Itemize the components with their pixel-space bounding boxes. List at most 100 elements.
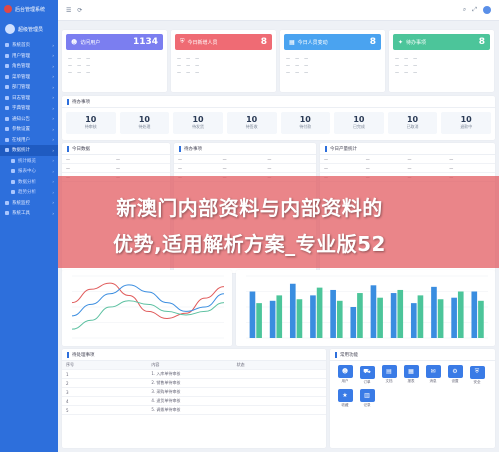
- cart-icon[interactable]: ⛟: [359, 365, 375, 379]
- sidebar-item[interactable]: 系统首页 ›: [0, 40, 58, 51]
- shortcut-item[interactable]: ⛨ 安全: [467, 365, 487, 385]
- star-icon[interactable]: ★: [337, 388, 353, 402]
- sidebar-item[interactable]: 用户管理 ›: [0, 51, 58, 62]
- table-cell: 2. 销售单待审核: [151, 380, 181, 385]
- sidebar: 后台管理系统 超级管理员 系统首页 › 用户管理 › 角色管理 › 菜单管理 › 部门管理 › 日志…: [0, 0, 58, 452]
- metric-tile[interactable]: 10 待审核: [66, 112, 116, 134]
- stat-value: 8: [260, 37, 267, 47]
- metric-tile[interactable]: 10 退款中: [441, 112, 491, 134]
- table-row[interactable]: 5 5. 调拨单待审核: [62, 406, 326, 415]
- menu-toggle-icon[interactable]: ☰: [66, 7, 71, 14]
- stat-header: ⛨ 今日新增人员 8: [175, 34, 272, 50]
- metric-tile[interactable]: 10 已完成: [334, 112, 384, 134]
- stat-value: 8: [478, 37, 485, 47]
- shield-icon[interactable]: ⛨: [469, 365, 485, 379]
- user-icon: ☻: [71, 38, 78, 46]
- table-row[interactable]: 1 1. 入库单待审核: [62, 370, 326, 379]
- stat-header: ✦ 待办事项 8: [393, 34, 490, 50]
- metric-tile[interactable]: 10 待付款: [280, 112, 331, 134]
- sidebar-item[interactable]: 日志管理 ›: [0, 93, 58, 104]
- table-row[interactable]: 3 3. 采购单待审核: [62, 388, 326, 397]
- user-name: 超级管理员: [18, 26, 44, 33]
- shortcut-item[interactable]: ★ 收藏: [335, 388, 355, 408]
- shortcuts-title: 常用功能: [340, 352, 358, 358]
- search-icon[interactable]: ⌕: [463, 6, 466, 14]
- doc-icon[interactable]: ▤: [381, 365, 397, 378]
- sidebar-item[interactable]: 参数设置 ›: [0, 124, 58, 135]
- table-row[interactable]: 2 2. 销售单待审核: [62, 379, 326, 388]
- menu-icon: [5, 74, 9, 79]
- topbar-right: ⌕ ⤢: [463, 6, 491, 14]
- table-row: ——: [62, 164, 170, 173]
- table-row[interactable]: 4 4. 退货单待审核: [62, 397, 326, 406]
- shortcut-item[interactable]: ▦ 报表: [401, 365, 421, 384]
- shortcut-label: 用户: [341, 379, 349, 383]
- shortcut-item[interactable]: ✉ 消息: [423, 365, 443, 384]
- bar: [377, 297, 383, 338]
- stat-header: ▦ 今日人员变动 8: [284, 34, 381, 50]
- stat-card: ▦ 今日人员变动 8 — — — — — — — — —: [280, 30, 385, 92]
- refresh-icon[interactable]: ⟳: [77, 7, 82, 14]
- metrics-title: 待办事项: [62, 96, 495, 108]
- line-chart: [71, 275, 225, 339]
- sidebar-item-label: 用户管理: [12, 53, 30, 59]
- sidebar-item[interactable]: 统计概览 ›: [0, 156, 58, 167]
- chevron-right-icon: ›: [52, 53, 54, 59]
- sidebar-item-label: 统计概览: [18, 158, 36, 164]
- chevron-right-icon: ›: [52, 168, 54, 174]
- book-icon[interactable]: ▥: [359, 388, 375, 402]
- shortcut-item[interactable]: ⛟ 订单: [357, 365, 377, 385]
- shortcut-item[interactable]: ⚙ 设置: [445, 365, 465, 384]
- metric-tile[interactable]: 10 待签收: [226, 112, 277, 134]
- stat-label: 今日新增人员: [187, 39, 218, 46]
- menu-icon: [5, 43, 9, 48]
- chart-icon[interactable]: ▦: [403, 365, 419, 378]
- sidebar-item[interactable]: 数据统计 ›: [0, 145, 58, 156]
- logo-icon: [4, 5, 12, 13]
- table-header: 序号 内容 状态: [62, 361, 326, 370]
- fullscreen-icon[interactable]: ⤢: [472, 6, 477, 14]
- metric-tile[interactable]: 10 待处理: [119, 112, 170, 134]
- sidebar-item[interactable]: 菜单管理 ›: [0, 72, 58, 83]
- sidebar-item[interactable]: 角色管理 ›: [0, 61, 58, 72]
- shortcut-item[interactable]: ▤ 文档: [379, 365, 399, 384]
- stat-details: — — — — — — — — —: [286, 56, 309, 75]
- metric-tile[interactable]: 10 待发货: [173, 112, 223, 134]
- bar: [471, 291, 478, 338]
- user-panel[interactable]: 超级管理员: [0, 18, 58, 40]
- series-line: [71, 300, 225, 330]
- bar: [437, 299, 444, 338]
- sidebar-item[interactable]: 字典管理 ›: [0, 103, 58, 114]
- sidebar-item-label: 系统首页: [12, 43, 30, 49]
- sidebar-item[interactable]: 部门管理 ›: [0, 82, 58, 93]
- table-cell: 2: [66, 380, 69, 386]
- pending-title: 待处理事项: [72, 352, 95, 358]
- sidebar-item[interactable]: 数据分析 ›: [0, 177, 58, 188]
- table-cell: 1. 入库单待审核: [151, 371, 181, 376]
- stat-card: ⛨ 今日新增人员 8 — — — — — — — — —: [171, 30, 276, 92]
- column-header: 内容: [151, 362, 160, 367]
- bar-chart-card: [236, 270, 495, 346]
- panel-title: 今日产量统计: [330, 146, 357, 152]
- chevron-right-icon: ›: [52, 105, 54, 111]
- metric-tile[interactable]: 10 已取消: [387, 112, 438, 134]
- avatar[interactable]: [5, 24, 15, 34]
- sidebar-item[interactable]: 在线用户 ›: [0, 135, 58, 146]
- gear-icon[interactable]: ⚙: [447, 365, 463, 378]
- sidebar-item[interactable]: 通知公告 ›: [0, 114, 58, 125]
- sidebar-item-label: 参数设置: [12, 127, 30, 133]
- topbar-avatar[interactable]: [483, 6, 491, 14]
- bar: [457, 291, 464, 338]
- shortcut-grid: ☻ 用户 ⛟ 订单 ▤ 文档 ▦ 报表 ✉ 消息 ⚙ 设置 ⛨ 安全 ★ 收藏 ▥: [330, 361, 495, 412]
- overlay-line-1: 新澳门内部资料与内部资料的: [116, 196, 383, 220]
- stat-details: — — — — — — — — —: [177, 56, 200, 75]
- shortcut-label: 安全: [473, 379, 481, 384]
- user-icon[interactable]: ☻: [337, 365, 353, 378]
- menu-icon: [11, 179, 15, 184]
- table-cell: 1: [66, 371, 69, 377]
- shortcut-item[interactable]: ▥ 记录: [357, 388, 377, 408]
- mail-icon[interactable]: ✉: [425, 365, 441, 378]
- sidebar-item[interactable]: 报表中心 ›: [0, 166, 58, 177]
- sidebar-item-label: 数据统计: [12, 148, 30, 154]
- shortcut-item[interactable]: ☻ 用户: [335, 365, 355, 384]
